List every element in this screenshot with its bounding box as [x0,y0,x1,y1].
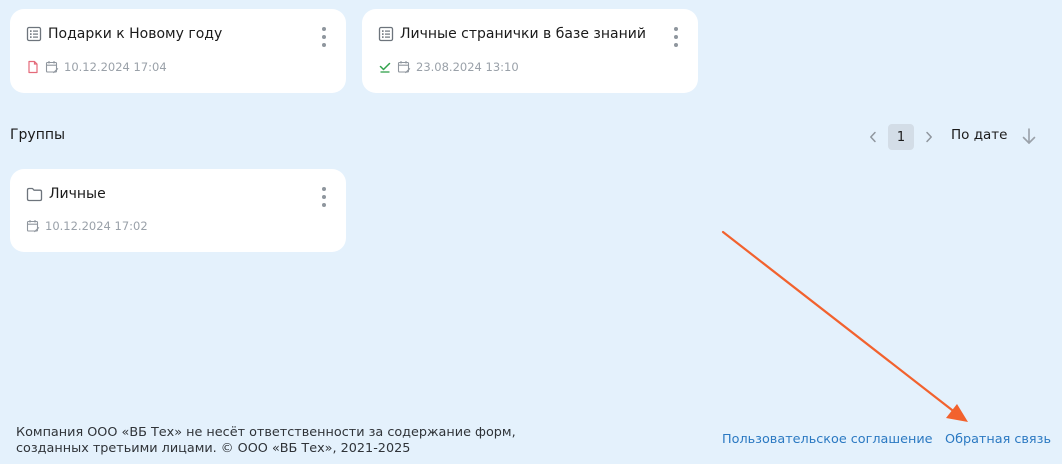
card-title[interactable]: Личные [49,186,106,202]
card-meta: 10.12.2024 17:02 [26,219,148,233]
form-card-personal-pages[interactable]: Личные странички в базе знаний 23.08.202… [362,9,698,93]
next-page-button[interactable] [920,124,938,150]
check-icon [378,60,392,74]
footer-disclaimer: Компания ООО «ВБ Тех» не несёт ответстве… [16,425,516,457]
list-icon [378,26,394,42]
sort-arrow-down-icon[interactable] [1020,127,1038,149]
card-date: 23.08.2024 13:10 [416,60,519,74]
footer-disclaimer-line: Компания ООО «ВБ Тех» не несёт ответстве… [16,425,516,440]
card-meta: 10.12.2024 17:04 [26,60,167,74]
card-title-row: Подарки к Новому году [26,26,222,42]
chevron-right-icon [924,128,934,147]
card-title-row: Личные странички в базе знаний [378,26,646,42]
card-title[interactable]: Подарки к Новому году [48,26,222,42]
footer-disclaimer-line: созданных третьими лицами. © ООО «ВБ Тех… [16,441,411,456]
list-icon [26,26,42,42]
sort-by-date-button[interactable]: По дате [951,127,1007,143]
calendar-edit-icon [45,60,59,74]
groups-section-title: Группы [10,127,66,143]
file-icon [26,60,40,74]
card-meta: 23.08.2024 13:10 [378,60,519,74]
card-date: 10.12.2024 17:04 [64,60,167,74]
group-card-personal[interactable]: Личные 10.12.2024 17:02 [10,169,346,252]
card-title[interactable]: Личные странички в базе знаний [400,26,646,42]
calendar-edit-icon [397,60,411,74]
user-agreement-link[interactable]: Пользовательское соглашение [722,432,933,447]
chevron-left-icon [868,128,878,147]
form-card-gifts[interactable]: Подарки к Новому году 10.12.2024 17:04 [10,9,346,93]
more-menu-icon[interactable] [320,27,328,47]
prev-page-button[interactable] [864,124,882,150]
card-title-row: Личные [26,186,106,202]
more-menu-icon[interactable] [320,187,328,207]
card-date: 10.12.2024 17:02 [45,219,148,233]
folder-icon [26,187,43,202]
more-menu-icon[interactable] [672,27,680,47]
pagination: 1 [864,124,938,150]
page-number-current[interactable]: 1 [888,124,914,150]
feedback-link[interactable]: Обратная связь [945,432,1051,447]
calendar-edit-icon [26,219,40,233]
